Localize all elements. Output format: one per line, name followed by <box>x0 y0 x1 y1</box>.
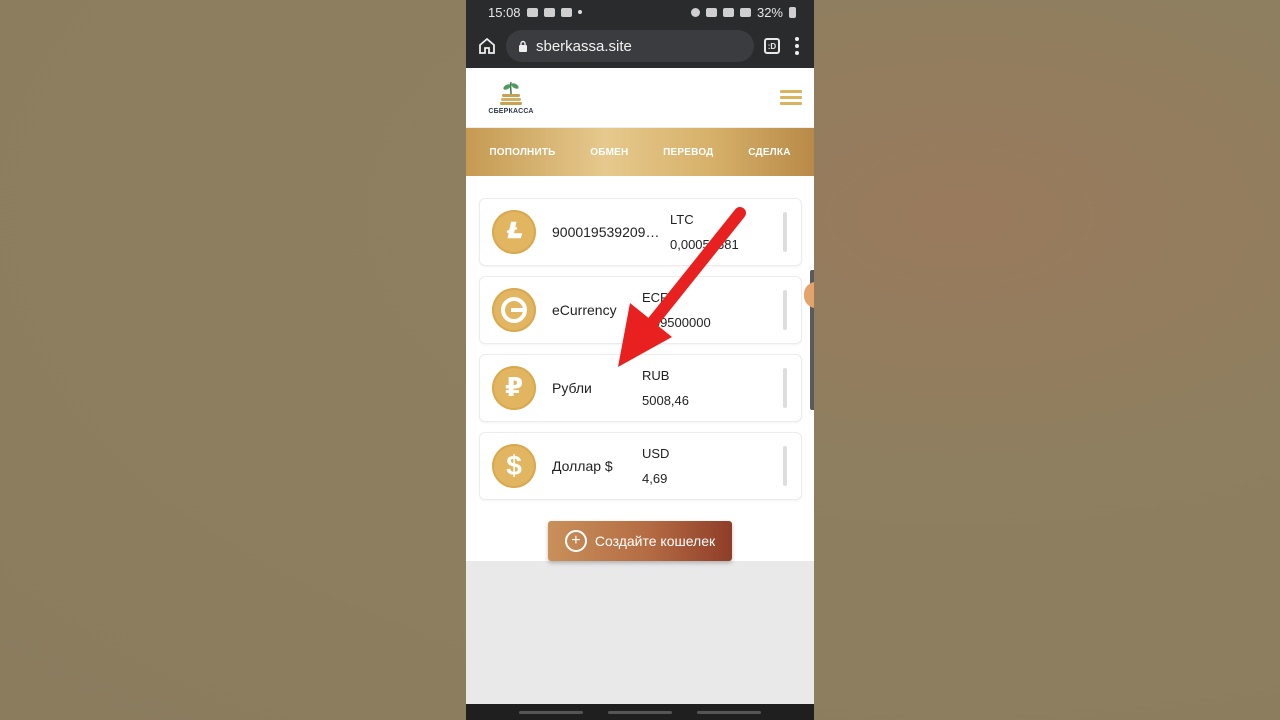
url-text: sberkassa.site <box>536 37 632 55</box>
status-bar: 15:08 32% <box>466 0 814 24</box>
notification-dot-icon <box>577 10 582 14</box>
wallet-currency: RUB <box>642 368 670 383</box>
wallet-row-ltc[interactable]: 9000195392090... LTC 0,00053681 <box>479 198 802 266</box>
wallet-amount: 5,99500000 <box>642 315 711 330</box>
youtube-icon <box>560 7 572 17</box>
wallet-name: Доллар $ <box>552 458 613 474</box>
ruble-icon: ₽ <box>492 366 536 410</box>
wallet-list: 9000195392090... LTC 0,00053681 eCurrenc… <box>466 176 814 561</box>
lock-icon <box>519 40 527 52</box>
create-wallet-button[interactable]: + Создайте кошелек <box>548 521 732 561</box>
tabs-button[interactable]: :D <box>764 38 780 54</box>
wallet-row-ecr[interactable]: eCurrency ECR 5,99500000 <box>479 276 802 344</box>
wallet-currency: LTC <box>670 212 694 227</box>
signal-icon <box>739 7 751 17</box>
create-wallet-label: Создайте кошелек <box>594 533 716 549</box>
nav-back[interactable] <box>697 710 762 714</box>
nav-exchange[interactable]: ОБМЕН <box>590 147 628 158</box>
browser-address-bar: sberkassa.site :D <box>466 24 814 68</box>
wifi-icon <box>722 7 734 17</box>
video-icon <box>526 7 538 17</box>
wallet-currency: USD <box>642 446 670 461</box>
row-scrollbar <box>783 446 787 486</box>
main-nav: ПОПОЛНИТЬ ОБМЕН ПЕРЕВОД СДЕЛКА <box>466 128 814 176</box>
alarm-icon <box>690 7 700 17</box>
wallet-currency: ECR <box>642 290 670 305</box>
wallet-name: eCurrency <box>552 302 617 318</box>
row-scrollbar <box>783 368 787 408</box>
android-nav-bar <box>466 704 814 720</box>
dollar-icon: $ <box>492 444 536 488</box>
tabs-count: :D <box>767 41 777 51</box>
hamburger-menu-icon[interactable] <box>780 90 802 105</box>
row-scrollbar <box>783 290 787 330</box>
url-field[interactable]: sberkassa.site <box>506 30 754 62</box>
wallet-row-usd[interactable]: $ Доллар $ USD 4,69 <box>479 432 802 500</box>
logo-text: СБЕРКАССА <box>488 108 534 115</box>
row-scrollbar <box>783 212 787 252</box>
battery-icon <box>789 6 796 18</box>
sberkassa-logo-icon <box>500 81 522 105</box>
more-menu-icon[interactable] <box>790 37 804 55</box>
wallet-name: Рубли <box>552 380 592 396</box>
phone-screen: 15:08 32% sberkassa.site :D СБЕРКАССА ПО… <box>466 0 814 720</box>
nav-transfer[interactable]: ПЕРЕВОД <box>663 147 713 158</box>
wallet-amount: 0,00053681 <box>670 237 739 252</box>
nav-deposit[interactable]: ПОПОЛНИТЬ <box>489 147 555 158</box>
ecurrency-icon <box>492 288 536 332</box>
wallet-name: 9000195392090... <box>552 224 664 240</box>
home-icon[interactable] <box>478 37 496 55</box>
battery-percent: 32% <box>756 4 783 20</box>
nav-deal[interactable]: СДЕЛКА <box>748 147 790 158</box>
site-header: СБЕРКАССА <box>466 68 814 128</box>
nav-home[interactable] <box>607 710 672 714</box>
mute-icon <box>705 7 717 17</box>
site-logo[interactable]: СБЕРКАССА <box>488 80 534 115</box>
status-time: 15:08 <box>488 4 521 20</box>
nav-recents[interactable] <box>518 710 583 714</box>
laptop-icon <box>543 7 555 17</box>
wallet-amount: 4,69 <box>642 471 668 486</box>
plus-circle-icon: + <box>564 530 587 552</box>
wallet-amount: 5008,46 <box>642 393 689 408</box>
litecoin-icon <box>492 210 536 254</box>
wallet-row-rub[interactable]: ₽ Рубли RUB 5008,46 <box>479 354 802 422</box>
